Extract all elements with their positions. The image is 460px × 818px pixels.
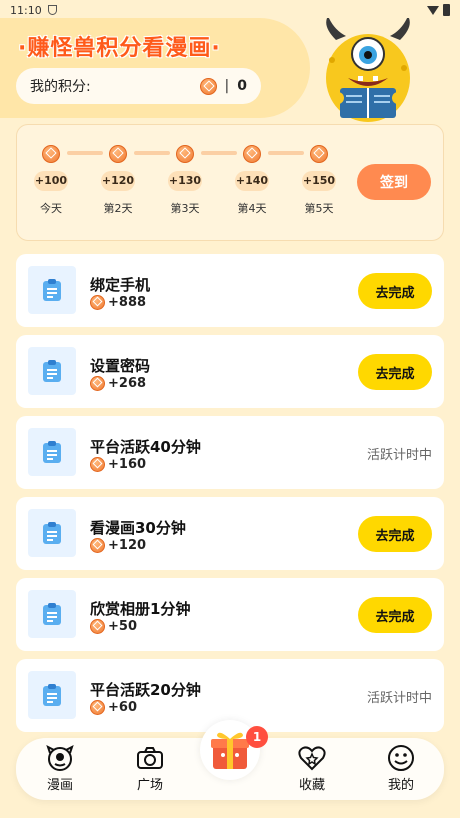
- checkin-day-label: 第3天: [170, 201, 200, 215]
- clipboard-icon: [28, 509, 76, 557]
- heart-star-icon: [286, 744, 338, 772]
- checkin-day-label: 第4天: [237, 201, 267, 215]
- checkin-day-3: +130 第3天: [164, 143, 206, 216]
- task-reward-value: +50: [108, 619, 137, 634]
- task-complete-button[interactable]: 去完成: [358, 354, 432, 390]
- coin-icon: [90, 619, 105, 634]
- coin-icon: [310, 144, 328, 163]
- checkin-bonus: +100: [34, 170, 68, 191]
- task-reward-value: +160: [108, 457, 147, 472]
- clipboard-icon: [28, 671, 76, 719]
- battery-icon: [443, 4, 450, 16]
- task-status: 活跃计时中: [366, 691, 432, 706]
- tab-square[interactable]: 广场: [124, 744, 176, 793]
- checkin-bonus: +120: [101, 170, 135, 191]
- checkin-day-5: +150 第5天: [298, 143, 340, 216]
- checkin-day-1: +100 今天: [30, 143, 72, 216]
- header-banner: ·赚怪兽积分看漫画· 我的积分: | 0: [0, 16, 460, 123]
- coin-icon: [176, 144, 194, 163]
- monster-mascot-icon: [318, 16, 418, 123]
- shield-icon: [47, 5, 57, 15]
- task-row: 平台活跃40分钟 +160 活跃计时中: [16, 416, 444, 489]
- task-name: 设置密码: [90, 357, 151, 375]
- clipboard-icon: [28, 266, 76, 314]
- checkin-card: +100 今天 +120 第2天 +130 第3天 +140 第4天 +150 …: [16, 124, 444, 241]
- task-reward-value: +60: [108, 700, 137, 715]
- my-points-box: 我的积分: | 0: [16, 68, 261, 104]
- coin-icon: [109, 144, 127, 163]
- task-reward-value: +120: [108, 538, 147, 553]
- task-name: 平台活跃20分钟: [90, 681, 201, 699]
- task-row: 设置密码 +268 去完成: [16, 335, 444, 408]
- camera-icon: [124, 744, 176, 772]
- clipboard-icon: [28, 428, 76, 476]
- tab-label: 漫画: [46, 778, 73, 793]
- coin-icon: [90, 538, 105, 553]
- task-row: 看漫画30分钟 +120 去完成: [16, 497, 444, 570]
- task-name: 平台活跃40分钟: [90, 438, 201, 456]
- task-reward-value: +268: [108, 376, 147, 391]
- task-row: 欣赏相册1分钟 +50 去完成: [16, 578, 444, 651]
- checkin-button[interactable]: 签到: [357, 164, 431, 200]
- task-reward: +268: [90, 376, 146, 391]
- task-reward: +120: [90, 538, 146, 553]
- tab-profile[interactable]: 我的: [375, 744, 427, 793]
- task-reward: +50: [90, 619, 137, 634]
- checkin-day-label: 今天: [40, 201, 62, 215]
- task-reward-value: +888: [108, 295, 147, 310]
- clipboard-icon: [28, 590, 76, 638]
- checkin-day-label: 第5天: [304, 201, 334, 215]
- points-label: 我的积分:: [30, 79, 91, 95]
- status-bar: 11:10: [0, 0, 460, 20]
- task-status: 活跃计时中: [366, 448, 432, 463]
- coin-icon: [90, 376, 105, 391]
- coin-icon: [42, 144, 60, 163]
- wifi-icon: [427, 5, 439, 15]
- checkin-day-2: +120 第2天: [97, 143, 139, 216]
- checkin-bonus: +130: [168, 170, 202, 191]
- task-name: 欣赏相册1分钟: [90, 600, 191, 618]
- coin-icon: [90, 700, 105, 715]
- checkin-day-label: 第2天: [103, 201, 133, 215]
- task-name: 看漫画30分钟: [90, 519, 186, 537]
- points-separator: |: [224, 78, 230, 94]
- status-time: 11:10: [10, 3, 42, 17]
- task-complete-button[interactable]: 去完成: [358, 597, 432, 633]
- coin-icon: [199, 77, 217, 95]
- notification-badge: 1: [246, 726, 268, 748]
- checkin-bonus: +140: [235, 170, 269, 191]
- task-row: 绑定手机 +888 去完成: [16, 254, 444, 327]
- coin-icon: [243, 144, 261, 163]
- task-reward: +60: [90, 700, 137, 715]
- tab-label: 我的: [387, 778, 414, 793]
- coin-icon: [90, 295, 105, 310]
- monster-face-icon: [34, 744, 86, 772]
- tab-favorites[interactable]: 收藏: [286, 744, 338, 793]
- task-reward: +888: [90, 295, 146, 310]
- task-reward: +160: [90, 457, 146, 472]
- smiley-icon: [375, 744, 427, 772]
- tab-label: 广场: [136, 778, 163, 793]
- checkin-bonus: +150: [302, 170, 336, 191]
- points-value: 0: [237, 78, 247, 94]
- tab-comics[interactable]: 漫画: [34, 744, 86, 793]
- page-title: ·赚怪兽积分看漫画·: [18, 36, 221, 61]
- clipboard-icon: [28, 347, 76, 395]
- coin-icon: [90, 457, 105, 472]
- task-complete-button[interactable]: 去完成: [358, 273, 432, 309]
- task-complete-button[interactable]: 去完成: [358, 516, 432, 552]
- task-name: 绑定手机: [90, 276, 151, 294]
- checkin-day-4: +140 第4天: [231, 143, 273, 216]
- tab-label: 收藏: [298, 778, 325, 793]
